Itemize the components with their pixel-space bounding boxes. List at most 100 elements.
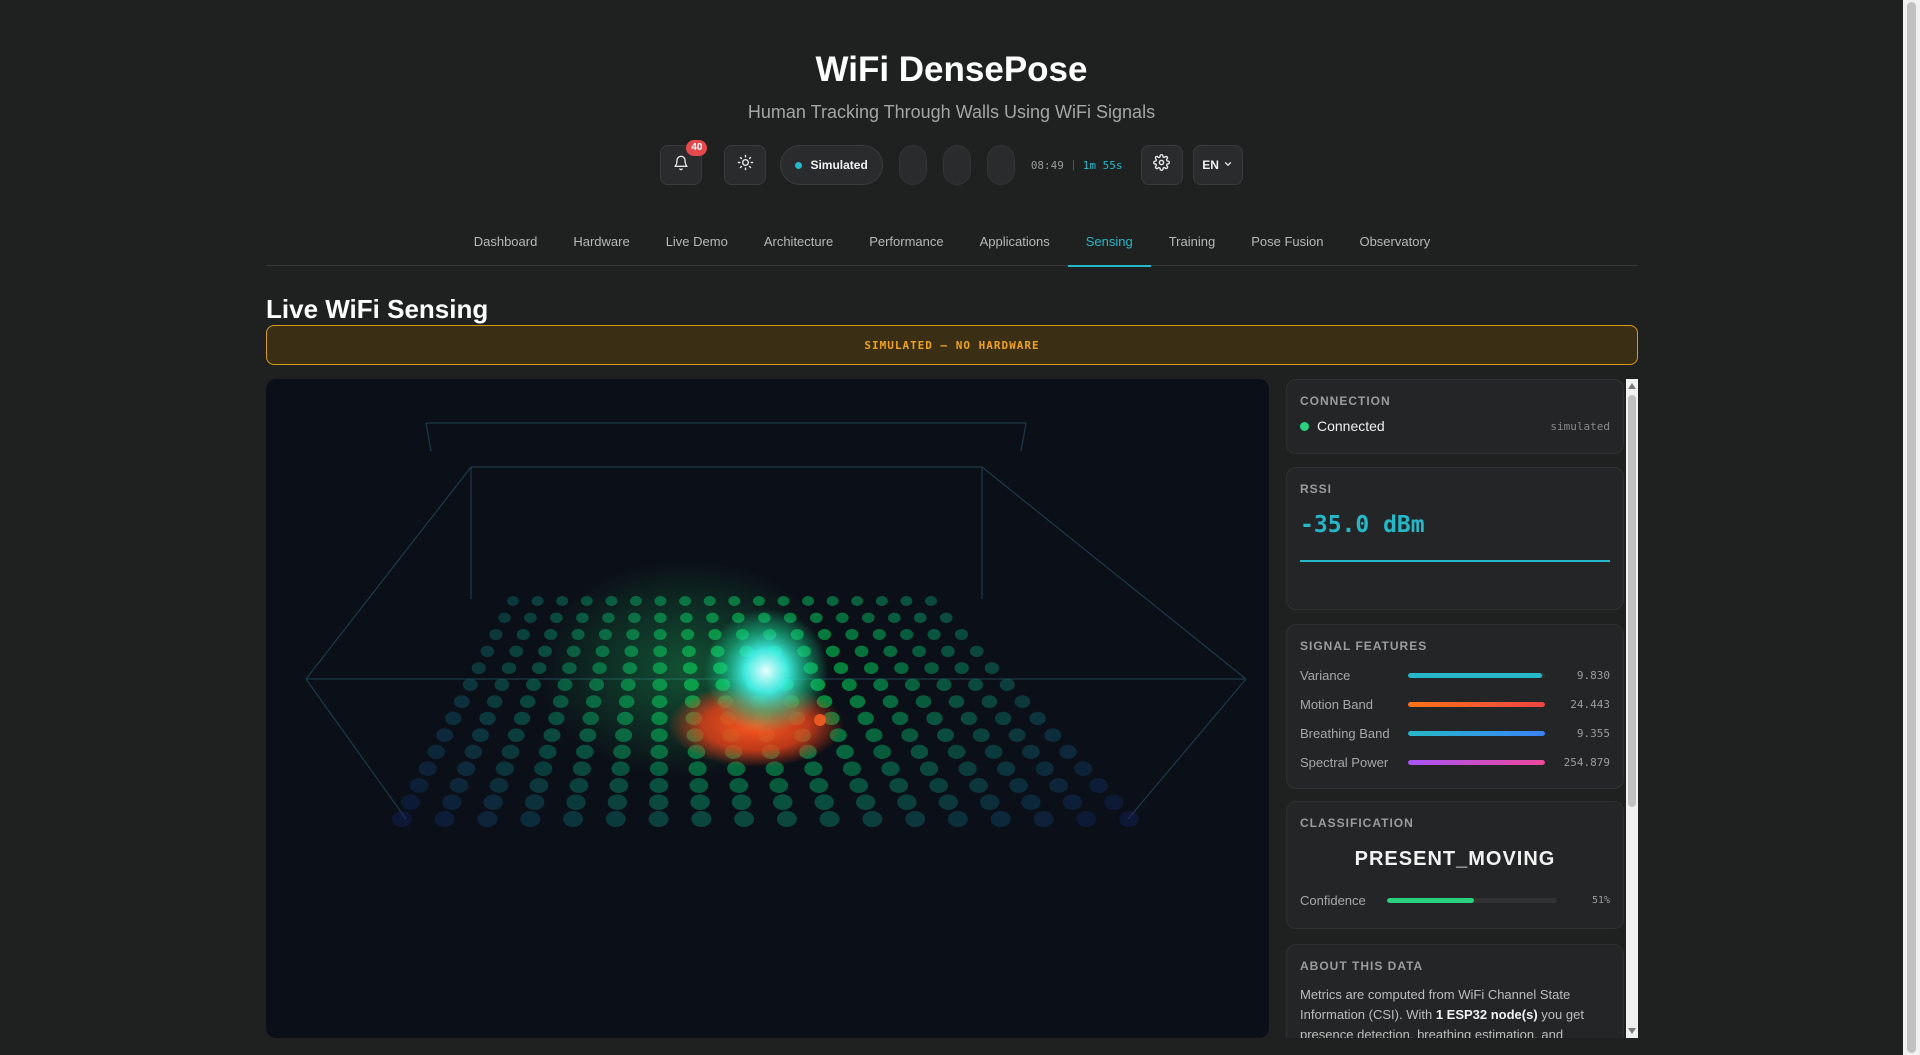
language-label: EN xyxy=(1202,158,1219,172)
sun-icon xyxy=(737,154,754,176)
grid-cell xyxy=(436,728,454,742)
grid-cell xyxy=(572,761,591,776)
grid-cell xyxy=(1021,794,1041,810)
grid-cell xyxy=(912,645,926,657)
scroll-thumb[interactable] xyxy=(1628,395,1636,807)
grid-cell xyxy=(520,811,541,827)
mode-indicator[interactable]: Simulated xyxy=(780,145,883,185)
tab-performance[interactable]: Performance xyxy=(851,222,961,266)
feature-value: 254.879 xyxy=(1563,755,1610,769)
tab-hardware[interactable]: Hardware xyxy=(555,222,647,266)
scroll-up-arrow-icon[interactable] xyxy=(1628,383,1636,389)
grid-cell xyxy=(513,711,531,725)
feature-row-variance: Variance 9.830 xyxy=(1300,667,1610,683)
connection-row: Connected simulated xyxy=(1300,418,1610,434)
grid-cell xyxy=(865,728,883,742)
section-title: Live WiFi Sensing xyxy=(266,294,489,324)
page-scroll-thumb[interactable] xyxy=(1907,2,1916,1053)
clock-display: 08:49 xyxy=(1030,158,1064,172)
grid-cell xyxy=(851,596,864,606)
page-scrollbar[interactable] xyxy=(1903,0,1920,1055)
wireframe-edge xyxy=(981,466,1247,680)
grid-cell xyxy=(855,794,876,810)
grid-cell xyxy=(501,662,517,674)
grid-cell xyxy=(873,744,891,759)
presence-hotspot xyxy=(704,609,828,733)
tab-training[interactable]: Training xyxy=(1151,222,1233,266)
grid-cell xyxy=(690,794,710,810)
grid-cell xyxy=(958,761,977,776)
tab-observatory[interactable]: Observatory xyxy=(1341,222,1448,266)
grid-cell xyxy=(689,778,709,793)
grid-cell xyxy=(941,645,955,657)
grid-cell xyxy=(849,778,869,793)
grid-cell xyxy=(1074,761,1093,776)
mode-status-dot xyxy=(795,161,803,169)
grid-cell xyxy=(1089,778,1108,793)
grid-cell xyxy=(980,794,1000,810)
grid-cell xyxy=(804,761,823,776)
tab-sensing[interactable]: Sensing xyxy=(1067,222,1151,267)
tab-pose-fusion[interactable]: Pose Fusion xyxy=(1233,222,1341,266)
sensing-3d-view[interactable] xyxy=(266,379,1269,1038)
grid-cell xyxy=(929,778,949,793)
grid-cell xyxy=(905,811,926,827)
grid-cell xyxy=(901,728,919,742)
grid-cell xyxy=(819,811,840,827)
feature-label: Breathing Band xyxy=(1300,725,1390,741)
grid-cell xyxy=(1008,728,1026,742)
grid-cell xyxy=(769,778,789,793)
notifications-button[interactable]: 40 xyxy=(660,140,708,185)
grid-cell xyxy=(1009,778,1028,793)
scroll-down-arrow-icon[interactable] xyxy=(1628,1028,1636,1034)
grid-cell xyxy=(894,662,909,674)
panel-scrollbar[interactable] xyxy=(1626,379,1638,1038)
tab-architecture[interactable]: Architecture xyxy=(746,222,851,266)
metrics-panel: CONNECTION Connected simulated RSSI -35.… xyxy=(1286,379,1624,1038)
grid-cell xyxy=(997,761,1016,776)
grid-cell xyxy=(516,629,530,640)
signal-features-card: SIGNAL FEATURES Variance 9.830 Motion Ba… xyxy=(1286,624,1624,789)
grid-cell xyxy=(729,778,749,793)
tab-live-demo[interactable]: Live Demo xyxy=(648,222,746,266)
grid-cell xyxy=(519,695,536,708)
classification-value: PRESENT_MOVING xyxy=(1354,848,1556,870)
language-select[interactable]: EN xyxy=(1192,145,1243,185)
grid-cell xyxy=(924,662,939,674)
bell-icon xyxy=(673,155,689,176)
grid-cell xyxy=(442,794,462,810)
grid-cell xyxy=(883,645,898,657)
main-nav: Dashboard Hardware Live Demo Architectur… xyxy=(266,222,1638,267)
divider: | xyxy=(1071,159,1075,171)
grid-cell xyxy=(984,744,1003,759)
theme-toggle-button[interactable] xyxy=(724,145,767,185)
grid-cell xyxy=(457,761,476,776)
grid-cell xyxy=(392,811,412,827)
uptime-display: 1m 55s xyxy=(1082,158,1123,172)
grid-cell xyxy=(543,728,561,742)
tab-dashboard[interactable]: Dashboard xyxy=(456,222,556,266)
grid-cell xyxy=(862,811,883,827)
grid-cell xyxy=(842,761,862,776)
grid-cell xyxy=(462,678,478,691)
grid-cell xyxy=(919,761,939,776)
grid-cell xyxy=(873,678,889,691)
rssi-value: -35.0 dBm xyxy=(1300,512,1425,538)
confidence-label: Confidence xyxy=(1300,893,1366,908)
grid-cell xyxy=(984,662,1000,674)
grid-cell xyxy=(836,612,849,623)
tab-applications[interactable]: Applications xyxy=(962,222,1068,266)
grid-cell xyxy=(477,811,498,827)
chevron-down-icon xyxy=(1223,158,1233,172)
grid-cell xyxy=(926,711,943,725)
wireframe-edge xyxy=(305,466,472,680)
grid-cell xyxy=(995,711,1012,725)
connection-card: CONNECTION Connected simulated xyxy=(1286,379,1624,454)
feature-value: 9.355 xyxy=(1576,726,1610,740)
grid-cell xyxy=(501,744,520,759)
grid-cell xyxy=(418,761,437,776)
feature-value: 24.443 xyxy=(1570,697,1610,711)
grid-cell xyxy=(882,695,899,708)
about-data-card: ABOUT THIS DATA Metrics are computed fro… xyxy=(1286,944,1624,1038)
settings-button[interactable] xyxy=(1140,145,1183,185)
